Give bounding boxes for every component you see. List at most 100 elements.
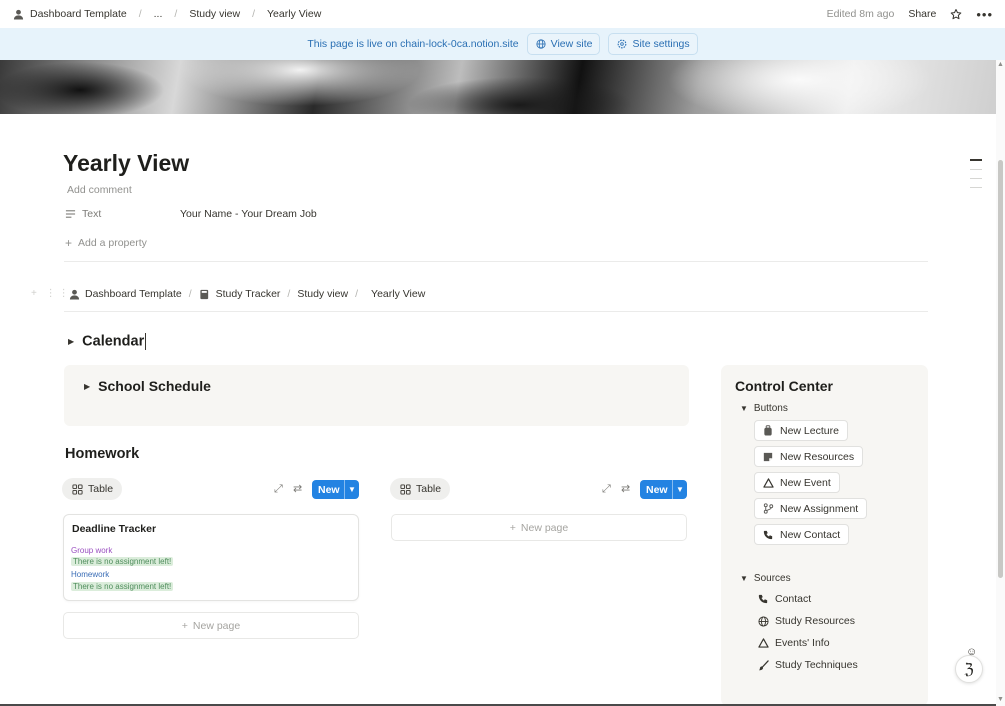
text-caret	[145, 333, 147, 350]
table-of-contents-minimap[interactable]	[970, 159, 982, 188]
property-name-label: Text	[82, 208, 102, 220]
right-new-page-button[interactable]: + New page	[391, 514, 687, 541]
toggle-triangle-icon[interactable]: ▶	[68, 337, 74, 346]
school-schedule-heading[interactable]: School Schedule	[98, 378, 211, 394]
property-name[interactable]: Text	[64, 208, 180, 220]
toc-line[interactable]	[970, 159, 982, 161]
new-lecture-button[interactable]: New Lecture	[754, 420, 848, 441]
assistant-face-icon: ☺	[966, 646, 978, 658]
view-site-label: View site	[550, 38, 593, 50]
breadcrumb-separator: /	[252, 8, 256, 20]
homework-heading[interactable]: Homework	[65, 446, 139, 462]
help-assistant-button[interactable]: ℨ	[955, 655, 983, 683]
left-new-button[interactable]: New ▼	[312, 480, 359, 499]
source-study-techniques[interactable]: Study Techniques	[757, 659, 858, 671]
chevron-down-icon[interactable]: ▼	[344, 480, 359, 499]
breadcrumb-separator: /	[355, 288, 359, 300]
breadcrumb-separator: /	[188, 288, 192, 300]
breadcrumb-separator: /	[174, 8, 178, 20]
property-value[interactable]: Your Name - Your Dream Job	[180, 208, 317, 220]
brush-icon	[757, 659, 769, 671]
school-schedule-toggle[interactable]: ▶ School Schedule	[84, 378, 211, 394]
assistant-icon: ℨ	[964, 660, 974, 678]
text-lines-icon	[64, 208, 76, 220]
toggle-triangle-icon[interactable]: ▶	[84, 382, 90, 391]
book-icon	[199, 288, 211, 300]
breadcrumb-item-study-view[interactable]: Study view	[189, 8, 240, 20]
new-resources-button[interactable]: New Resources	[754, 446, 864, 467]
calendar-heading[interactable]: Calendar	[82, 333, 147, 350]
site-settings-button[interactable]: Site settings	[608, 33, 698, 55]
inner-breadcrumb-study-tracker[interactable]: Study Tracker	[216, 288, 281, 300]
expand-icon[interactable]: ⤢	[602, 483, 611, 496]
scroll-up-icon[interactable]: ▲	[997, 61, 1004, 68]
cover-image[interactable]	[0, 60, 996, 114]
right-new-button[interactable]: New ▼	[640, 480, 687, 499]
warning-triangle-icon	[762, 477, 774, 489]
divider	[64, 261, 928, 262]
new-assignment-button[interactable]: New Assignment	[754, 498, 868, 519]
new-contact-button[interactable]: New Contact	[754, 524, 850, 545]
page-title[interactable]: Yearly View	[63, 150, 189, 177]
breadcrumb-item-dashboard[interactable]: Dashboard Template	[30, 8, 127, 20]
add-property-button[interactable]: + Add a property	[65, 236, 147, 250]
drag-handle-icon[interactable]: + ⋮⋮	[31, 288, 72, 299]
toc-line[interactable]	[970, 178, 982, 179]
top-bar: Dashboard Template / ... / Study view / …	[0, 0, 1005, 28]
plus-icon: +	[65, 236, 73, 250]
source-study-techniques-label: Study Techniques	[775, 659, 858, 671]
phone-icon	[762, 529, 774, 541]
tag-homework: Homework	[71, 570, 110, 579]
left-table-view-label: Table	[88, 483, 114, 495]
publish-banner: This page is live on chain-lock-0ca.noti…	[0, 28, 1005, 60]
scroll-down-icon[interactable]: ▼	[997, 696, 1004, 703]
expand-icon[interactable]: ⤢	[274, 483, 283, 496]
more-options-icon[interactable]: •••	[976, 7, 993, 22]
view-site-button[interactable]: View site	[526, 33, 601, 55]
left-new-label: New	[318, 483, 340, 496]
toggle-open-icon[interactable]: ▼	[740, 404, 748, 413]
share-button[interactable]: Share	[908, 8, 936, 20]
new-event-button[interactable]: New Event	[754, 472, 840, 493]
inner-breadcrumb-yearly-view[interactable]: Yearly View	[371, 288, 425, 300]
add-comment-button[interactable]: Add comment	[67, 184, 132, 196]
source-events-info-label: Events' Info	[775, 637, 830, 649]
new-page-label: New page	[520, 521, 569, 534]
breadcrumb-item-yearly-view[interactable]: Yearly View	[267, 8, 321, 20]
left-new-page-button[interactable]: + New page	[63, 612, 359, 639]
buttons-toggle[interactable]: ▼ Buttons	[740, 403, 788, 414]
left-table-view-tab[interactable]: Table	[62, 478, 123, 500]
star-icon[interactable]	[950, 8, 962, 20]
scrollbar-thumb[interactable]	[998, 160, 1003, 578]
inner-breadcrumb-dashboard[interactable]: Dashboard Template	[85, 288, 182, 300]
topbar-actions: Edited 8m ago Share •••	[827, 7, 993, 22]
new-contact-label: New Contact	[780, 528, 841, 541]
sliders-icon[interactable]: ⇄	[621, 482, 630, 495]
grid-icon	[71, 483, 83, 495]
new-assignment-label: New Assignment	[780, 502, 859, 515]
sources-toggle[interactable]: ▼ Sources	[740, 573, 791, 584]
plus-icon: +	[181, 619, 188, 632]
source-study-resources[interactable]: Study Resources	[757, 615, 855, 627]
source-contact[interactable]: Contact	[757, 593, 811, 605]
calendar-toggle[interactable]: ▶ Calendar	[68, 333, 147, 350]
toc-line[interactable]	[970, 187, 982, 188]
breadcrumb-item-ellipsis[interactable]: ...	[154, 8, 163, 20]
chevron-down-icon[interactable]: ▼	[672, 480, 687, 499]
tag-group-work: Group work	[71, 546, 113, 555]
grid-icon	[399, 483, 411, 495]
person-icon	[68, 288, 80, 300]
backpack-icon	[762, 425, 774, 437]
toggle-open-icon[interactable]: ▼	[740, 574, 748, 583]
plus-icon: +	[509, 521, 516, 534]
toc-line[interactable]	[970, 169, 982, 170]
right-table-view-tab[interactable]: Table	[390, 478, 451, 500]
tag-no-assignment: There is no assignment left!	[71, 582, 174, 591]
sliders-icon[interactable]: ⇄	[293, 482, 302, 495]
deadline-tracker-card[interactable]: Deadline Tracker Group work There is no …	[63, 514, 359, 601]
property-row[interactable]: Text Your Name - Your Dream Job	[64, 208, 317, 220]
inner-breadcrumb-study-view[interactable]: Study view	[297, 288, 348, 300]
source-study-resources-label: Study Resources	[775, 615, 855, 627]
sources-label: Sources	[753, 573, 791, 584]
source-events-info[interactable]: Events' Info	[757, 637, 830, 649]
